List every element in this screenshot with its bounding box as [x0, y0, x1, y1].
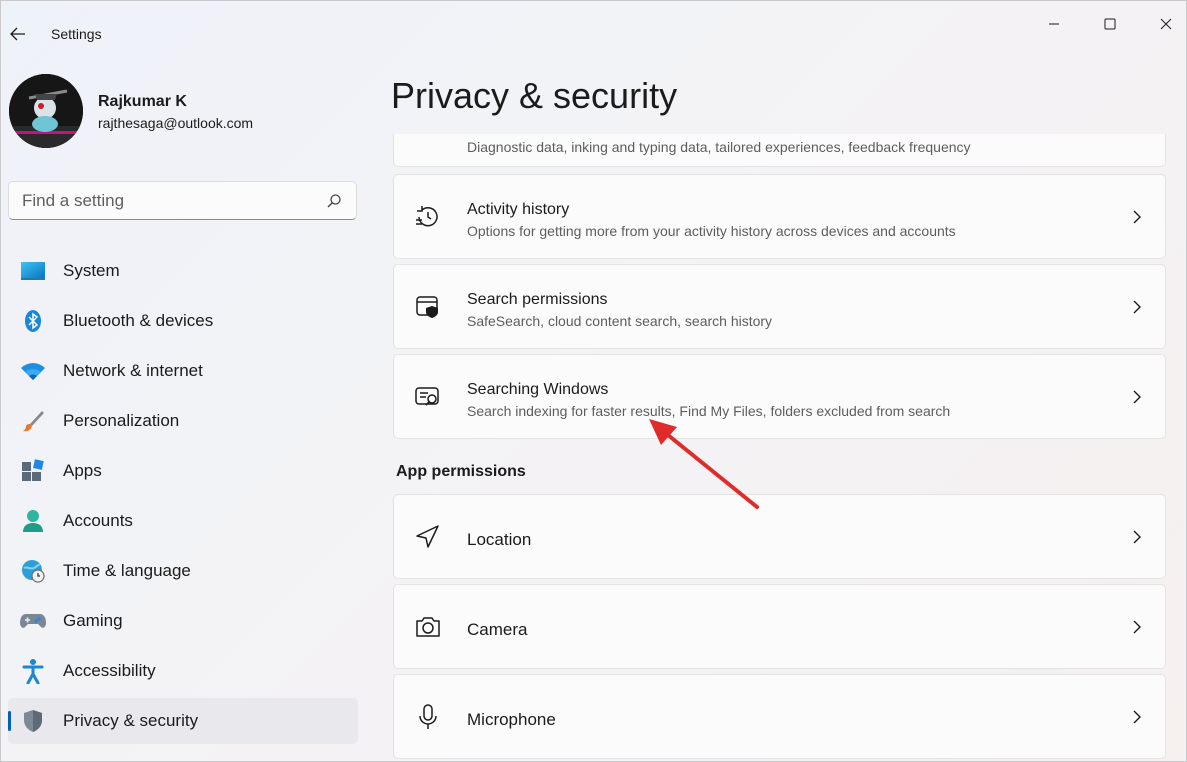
profile-name: Rajkumar K — [98, 93, 187, 110]
camera-icon — [414, 613, 442, 641]
bluetooth-icon — [20, 309, 46, 333]
card-title: Search permissions — [467, 291, 608, 308]
sidebar-nav: System Bluetooth & devices Network & int… — [8, 248, 358, 748]
back-button[interactable] — [7, 21, 29, 47]
minimize-icon — [1049, 23, 1059, 25]
section-header-app-permissions: App permissions — [396, 463, 526, 480]
wifi-icon — [20, 359, 46, 383]
sidebar-item-apps[interactable]: Apps — [8, 448, 358, 494]
sidebar-item-label: Apps — [63, 461, 102, 480]
card-title: Camera — [467, 620, 528, 639]
sidebar-item-label: System — [63, 261, 120, 280]
microphone-icon — [414, 703, 442, 731]
close-icon — [1160, 18, 1172, 30]
sidebar-item-label: Gaming — [63, 611, 123, 630]
title-bar: Settings — [1, 1, 1186, 47]
search-permissions-icon — [414, 293, 442, 321]
globe-clock-icon — [20, 559, 46, 583]
sidebar-item-system[interactable]: System — [8, 248, 358, 294]
gamepad-icon — [20, 609, 46, 633]
maximize-icon — [1104, 18, 1116, 30]
sidebar-item-accessibility[interactable]: Accessibility — [8, 648, 358, 694]
sidebar-item-time-language[interactable]: Time & language — [8, 548, 358, 594]
history-icon — [414, 203, 442, 231]
sidebar-item-label: Accounts — [63, 511, 133, 530]
avatar[interactable] — [9, 74, 83, 148]
sidebar-item-personalization[interactable]: Personalization — [8, 398, 358, 444]
sidebar-item-label: Privacy & security — [63, 711, 199, 730]
profile-email: rajthesaga@outlook.com — [98, 115, 254, 131]
sidebar-item-gaming[interactable]: Gaming — [8, 598, 358, 644]
app-title: Settings — [51, 26, 102, 42]
brush-icon — [20, 409, 46, 433]
apps-icon — [20, 459, 46, 483]
settings-card-camera[interactable]: Camera — [393, 584, 1166, 669]
card-title: Microphone — [467, 710, 556, 729]
chevron-right-icon — [1133, 530, 1141, 544]
sidebar-item-label: Network & internet — [63, 361, 203, 380]
settings-card-microphone[interactable]: Microphone — [393, 674, 1166, 759]
sidebar-item-bluetooth[interactable]: Bluetooth & devices — [8, 298, 358, 344]
sidebar-item-label: Time & language — [63, 561, 191, 580]
minimize-button[interactable] — [1031, 9, 1077, 39]
chevron-right-icon — [1133, 300, 1141, 314]
chevron-right-icon — [1133, 620, 1141, 634]
accounts-icon — [20, 509, 46, 533]
accessibility-icon — [20, 659, 46, 684]
back-arrow-icon — [10, 27, 25, 41]
shield-icon — [20, 709, 46, 733]
search-icon[interactable] — [326, 193, 342, 209]
chevron-right-icon — [1133, 390, 1141, 404]
card-title: Activity history — [467, 201, 570, 218]
sidebar-item-network[interactable]: Network & internet — [8, 348, 358, 394]
close-button[interactable] — [1143, 9, 1187, 39]
card-title: Location — [467, 530, 532, 549]
card-subtitle: Search indexing for faster results, Find… — [467, 403, 951, 419]
card-subtitle: SafeSearch, cloud content search, search… — [467, 313, 773, 329]
page-title: Privacy & security — [391, 75, 678, 116]
settings-card-activity-history[interactable]: Activity history Options for getting mor… — [393, 174, 1166, 259]
card-subtitle: Options for getting more from your activ… — [467, 223, 956, 239]
chevron-right-icon — [1133, 710, 1141, 724]
sidebar-item-label: Bluetooth & devices — [63, 311, 214, 330]
card-subtitle: Diagnostic data, inking and typing data,… — [467, 139, 971, 155]
sidebar-item-privacy-security[interactable]: Privacy & security — [8, 698, 358, 744]
active-indicator — [8, 711, 11, 731]
settings-card-searching-windows[interactable]: Searching Windows Search indexing for fa… — [393, 354, 1166, 439]
settings-window: Settings Rajkumar K rajthesaga@outlook.c… — [0, 0, 1187, 762]
search-box[interactable] — [8, 181, 357, 220]
sidebar-item-accounts[interactable]: Accounts — [8, 498, 358, 544]
settings-content: Diagnostic data, inking and typing data,… — [389, 134, 1179, 762]
avatar-image-icon — [9, 74, 83, 148]
settings-card-location[interactable]: Location — [393, 494, 1166, 579]
chevron-right-icon — [1133, 210, 1141, 224]
maximize-button[interactable] — [1087, 9, 1133, 39]
searching-windows-icon — [414, 383, 442, 411]
diagnostics-icon — [414, 134, 442, 141]
settings-card-search-permissions[interactable]: Search permissions SafeSearch, cloud con… — [393, 264, 1166, 349]
sidebar-item-label: Accessibility — [63, 661, 156, 680]
card-title: Searching Windows — [467, 381, 609, 398]
sidebar-item-label: Personalization — [63, 411, 180, 430]
location-icon — [414, 523, 442, 551]
system-icon — [20, 259, 46, 283]
settings-card-diagnostics[interactable]: Diagnostic data, inking and typing data,… — [393, 134, 1166, 167]
search-input[interactable] — [22, 191, 312, 211]
